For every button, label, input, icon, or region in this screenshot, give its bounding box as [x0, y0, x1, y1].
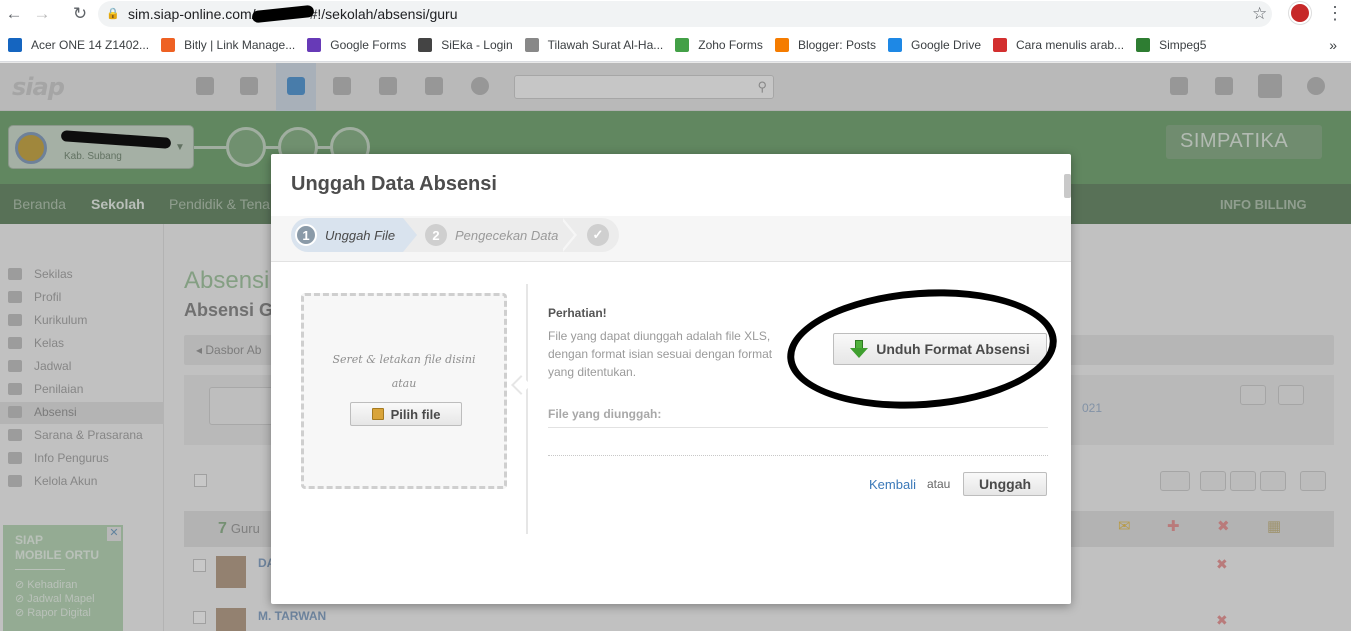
back-arrow-icon[interactable]: ←	[0, 0, 28, 28]
bookmark-item[interactable]: Bitly | Link Manage...	[161, 37, 296, 52]
browser-menu-icon[interactable]: ⋮	[1326, 3, 1344, 24]
box-icon	[371, 408, 384, 420]
bookmark-favicon-icon	[161, 37, 176, 52]
drop-or: atau	[391, 377, 417, 390]
bookmark-label: Acer ONE 14 Z1402...	[31, 37, 150, 52]
bookmark-label: Google Drive	[910, 37, 982, 52]
step-arrow	[403, 218, 417, 252]
drop-instruction: Seret & letakan file disini	[332, 353, 476, 366]
bookmark-item[interactable]: Acer ONE 14 Z1402...	[8, 37, 150, 52]
uploaded-file-line	[548, 427, 1048, 428]
bookmark-favicon-icon	[675, 37, 690, 52]
reload-icon[interactable]: ↻	[66, 0, 94, 28]
bookmark-favicon-icon	[418, 37, 433, 52]
bookmarks-more-icon[interactable]: »	[1329, 37, 1337, 53]
bookmark-label: Zoho Forms	[698, 37, 763, 52]
bookmark-favicon-icon	[8, 37, 22, 52]
bookmark-favicon-icon	[887, 37, 902, 52]
bookmark-favicon-icon	[774, 37, 789, 52]
bookmark-item[interactable]: SiEka - Login	[418, 37, 513, 52]
bookmark-item[interactable]: Google Drive	[887, 37, 982, 52]
bookmark-label: Blogger: Posts	[797, 37, 876, 52]
bookmark-star-icon[interactable]: ☆	[1252, 4, 1267, 24]
bookmark-item[interactable]: Cara menulis arab...	[993, 37, 1125, 52]
back-link[interactable]: Kembali	[869, 477, 916, 492]
step-label: Pengecekan Data	[455, 227, 559, 243]
bookmark-label: Cara menulis arab...	[1016, 37, 1125, 52]
bookmark-label: Bitly | Link Manage...	[184, 37, 296, 52]
bookmark-item[interactable]: Google Forms	[307, 37, 407, 52]
step-number: 2	[425, 224, 447, 246]
pick-file-label: Pilih file	[390, 406, 441, 422]
step-arrow	[560, 218, 574, 252]
bookmark-item[interactable]: Tilawah Surat Al-Ha...	[524, 37, 664, 52]
bookmark-favicon-icon	[993, 37, 1008, 52]
url-redaction	[251, 4, 315, 24]
vertical-divider	[526, 284, 528, 534]
check-icon: ✓	[587, 224, 609, 246]
upload-button[interactable]: Unggah	[963, 472, 1047, 496]
pick-file-button[interactable]: Pilih file	[350, 402, 462, 426]
dotted-separator	[548, 455, 1048, 456]
forward-arrow-icon[interactable]: →	[28, 0, 56, 28]
url-field[interactable]: 🔒 sim.siap-online.com/ #!/sekolah/absens…	[98, 1, 1272, 27]
bookmarks-bar: Acer ONE 14 Z1402... Bitly | Link Manage.…	[0, 28, 1351, 62]
bookmark-favicon-icon	[524, 37, 539, 52]
modal-scrollbar[interactable]	[1064, 174, 1071, 198]
bookmark-item[interactable]: Simpeg5	[1136, 37, 1207, 52]
bookmark-item[interactable]: Zoho Forms	[675, 37, 763, 52]
or-text: atau	[927, 477, 951, 491]
url-suffix: #!/sekolah/absensi/guru	[309, 6, 458, 22]
wizard-steps: 1 Unggah File 2 Pengecekan Data ✓	[271, 216, 1071, 262]
profile-avatar-icon[interactable]	[1289, 2, 1311, 24]
modal-title: Unggah Data Absensi	[291, 173, 497, 195]
bookmark-favicon-icon	[307, 37, 322, 52]
upload-label: Unggah	[978, 476, 1032, 492]
drop-text: Seret & letakan file disini atau	[304, 348, 504, 396]
browser-address-bar: ← → ↻ 🔒 sim.siap-online.com/ #!/sekolah/…	[0, 0, 1351, 28]
step-label: Unggah File	[325, 227, 396, 243]
bookmark-label: Simpeg5	[1159, 37, 1207, 52]
step-upload-file: 1 Unggah File	[291, 218, 403, 252]
uploaded-file-label: File yang diunggah:	[548, 407, 662, 421]
url-prefix: sim.siap-online.com/	[128, 6, 256, 22]
file-drop-zone[interactable]: Seret & letakan file disini atau Pilih f…	[301, 293, 507, 489]
bookmark-favicon-icon	[1136, 37, 1151, 52]
notice-text: File yang dapat diunggah adalah file XLS…	[548, 329, 773, 379]
bookmark-label: Tilawah Surat Al-Ha...	[547, 37, 664, 52]
step-number: 1	[295, 224, 317, 246]
bookmark-label: Google Forms	[330, 37, 407, 52]
bookmark-item[interactable]: Blogger: Posts	[774, 37, 876, 52]
lock-icon: 🔒	[106, 8, 120, 20]
bookmark-label: SiEka - Login	[441, 37, 513, 52]
step-data-check: 2 Pengecekan Data	[403, 218, 563, 252]
notice-title: Perhatian!	[548, 306, 607, 320]
